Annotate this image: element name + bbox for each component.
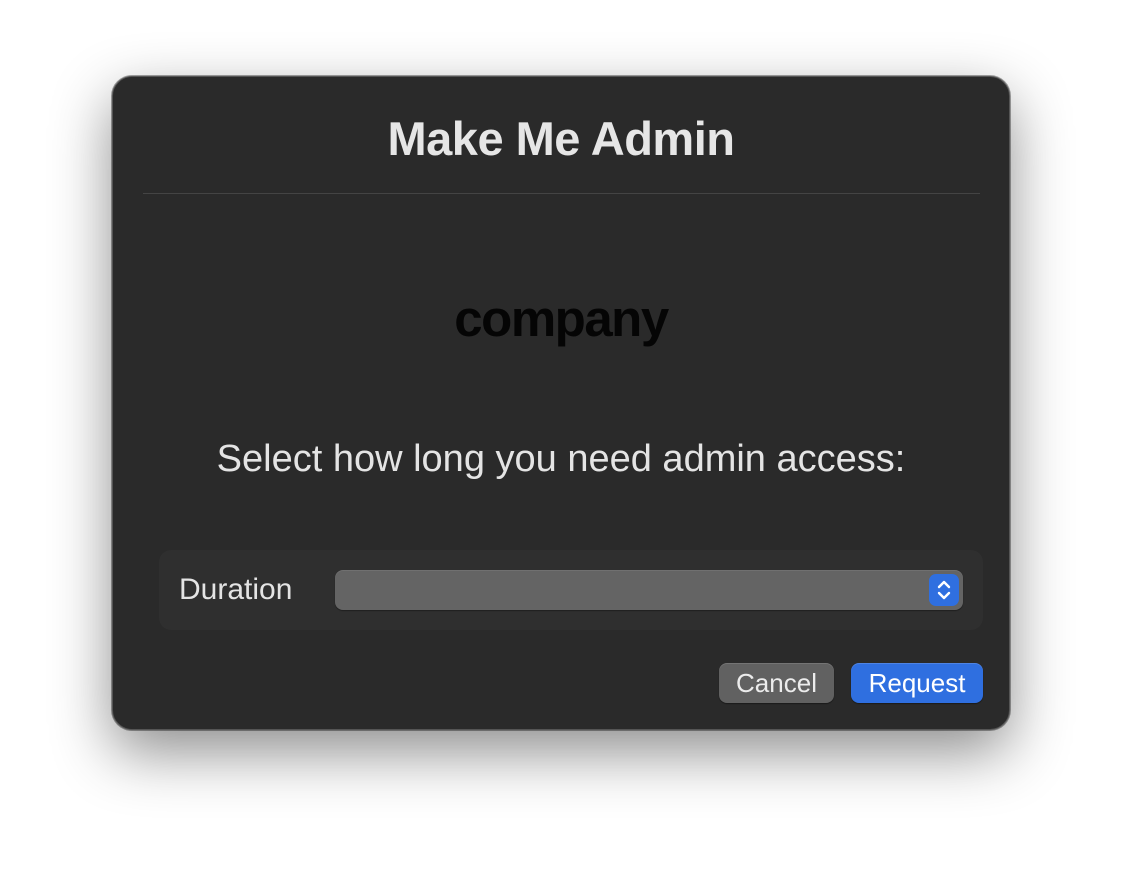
company-logo: company [454, 290, 669, 347]
duration-select[interactable] [335, 570, 963, 610]
admin-request-dialog: Make Me Admin company Select how long yo… [112, 76, 1010, 730]
dialog-title: Make Me Admin [387, 112, 735, 165]
title-divider [143, 193, 980, 194]
chevron-up-down-icon[interactable] [929, 574, 959, 606]
duration-prompt: Select how long you need admin access: [216, 438, 906, 480]
duration-label: Duration [179, 573, 293, 606]
request-button[interactable]: Request [851, 663, 983, 703]
cancel-button[interactable]: Cancel [719, 663, 834, 703]
duration-form-row: Duration [159, 550, 983, 630]
